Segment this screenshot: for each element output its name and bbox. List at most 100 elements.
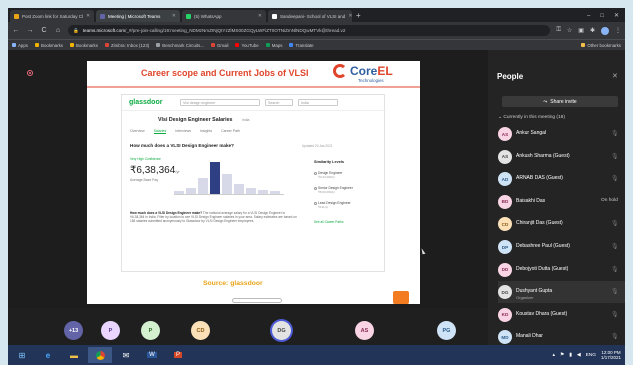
home-icon[interactable]: ⌂ <box>54 27 62 34</box>
average-salary: ₹6,38,364/yr <box>130 165 180 176</box>
participant-row[interactable]: KD Koustav Dhara (Guest) 🎙 <box>498 304 625 326</box>
taskbar-mail[interactable]: ✉ <box>114 347 138 363</box>
participant-avatar[interactable]: AS <box>355 321 374 340</box>
profile-avatar[interactable] <box>601 26 609 35</box>
corel-logo-mark <box>333 64 347 78</box>
flag-icon[interactable]: ⚑ <box>560 353 564 358</box>
mic-muted-icon: 🎙 <box>611 289 619 296</box>
bookmark-item[interactable]: Zimbra: Inbox (123) <box>104 42 150 48</box>
key-icon[interactable]: ⚿ <box>556 27 561 35</box>
minimize-icon[interactable]: – <box>587 10 590 22</box>
participant-row[interactable]: DD Debojyoti Dutta (Guest) 🎙 <box>498 259 625 281</box>
participant-avatar[interactable]: PG <box>437 321 456 340</box>
participant-name: Chiranjit Das (Guest) <box>516 220 563 227</box>
bookmark-item[interactable]: Maps <box>265 43 282 48</box>
share-invite-button[interactable]: ⤳ Share invite <box>502 96 618 107</box>
mic-muted-icon: 🎙 <box>611 221 619 228</box>
url-domain: teams.microsoft.com <box>82 28 126 33</box>
glassdoor-search-input: Vlsi design engineer <box>180 99 260 106</box>
bookmark-label: Zimbra: Inbox (123) <box>110 42 150 48</box>
language-indicator[interactable]: ENG <box>586 353 596 358</box>
tray-arrow-icon[interactable]: ▴ <box>552 353 554 358</box>
glassdoor-logo: glassdoor <box>129 99 163 106</box>
mic-muted-icon: 🎙 <box>611 311 619 318</box>
star-icon[interactable]: ☆ <box>567 27 572 35</box>
volume-icon[interactable]: ◀ <box>577 353 581 358</box>
browser-tab[interactable]: Post Zoom link for Saturday Cl ✕ <box>10 10 94 22</box>
participant-row[interactable]: AS Ankur Sangal 🎙 <box>498 123 625 145</box>
histogram-baseline <box>174 194 284 195</box>
histogram-bar <box>270 191 280 194</box>
taskbar-chrome[interactable] <box>88 347 112 363</box>
share-icon: ⤳ <box>543 98 548 105</box>
bookmark-icon <box>35 43 40 47</box>
new-tab-button[interactable]: + <box>356 10 361 22</box>
forward-icon[interactable]: → <box>26 27 34 34</box>
word-icon: W <box>147 352 157 358</box>
taskbar-word[interactable]: W <box>140 347 164 363</box>
extension-icon[interactable]: ▣ <box>578 27 584 35</box>
taskbar-powerpoint[interactable]: P <box>166 347 190 363</box>
tab-close-icon[interactable]: ✕ <box>172 13 176 19</box>
back-icon[interactable]: ← <box>12 27 20 34</box>
bookmark-item[interactable]: Translate <box>289 43 314 48</box>
participant-row[interactable]: DG Dushyant Gupta Organizer 🎙 <box>498 281 625 304</box>
taskbar-explorer[interactable]: ▬ <box>62 347 86 363</box>
bookmark-item[interactable]: Apps <box>12 43 28 48</box>
close-window-icon[interactable]: ✕ <box>614 10 619 22</box>
participant-row[interactable]: AS Ankush Sharma (Guest) 🎙 <box>498 146 625 168</box>
browser-tab[interactable]: Meeting | Microsoft Teams ✕ <box>96 10 180 22</box>
close-icon[interactable]: ✕ <box>612 72 618 80</box>
address-bar[interactable]: 🔒 teams.microsoft.com/_#/pre-join-callin… <box>68 25 551 36</box>
logo-text-core: Core <box>350 63 378 78</box>
bookmark-item[interactable]: Benchmark Circuits... <box>156 43 204 48</box>
folder-icon <box>581 43 586 47</box>
participant-avatar[interactable]: P <box>141 321 160 340</box>
participant-row[interactable]: AD ARNAB DAS (Guest) 🎙 <box>498 168 625 190</box>
start-button[interactable]: ⊞ <box>10 347 34 363</box>
participant-status: On hold <box>601 197 618 203</box>
pin-icon[interactable]: ✱ <box>590 27 595 35</box>
participant-name: Koustav Dhara (Guest) <box>516 310 568 317</box>
participant-row[interactable]: CD Chiranjit Das (Guest) 🎙 <box>498 213 625 235</box>
participant-row[interactable]: BD Baisakhi Das On hold <box>498 191 625 213</box>
people-panel: People ✕ ⤳ Share invite ⌄ Currently in th… <box>488 50 625 345</box>
bookmark-item[interactable]: Bookmarks <box>69 43 98 48</box>
recording-icon <box>27 70 33 76</box>
window-controls: – □ ✕ <box>587 10 625 22</box>
participant-avatar[interactable]: P <box>101 321 120 340</box>
bookmark-label: Bookmarks <box>41 42 63 48</box>
participant-avatar[interactable]: CD <box>191 321 210 340</box>
other-bookmarks[interactable]: Other bookmarks <box>581 43 621 48</box>
bookmark-icon <box>235 43 240 47</box>
bookmark-item[interactable]: Bookmarks <box>35 43 63 48</box>
network-icon[interactable]: ▮ <box>569 353 572 358</box>
participant-avatar[interactable]: +13 <box>64 321 83 340</box>
mic-muted-icon: 🎙 <box>611 131 619 137</box>
bookmark-item[interactable]: YouTube <box>235 42 259 48</box>
menu-icon[interactable]: ⋮ <box>615 27 621 35</box>
participant-avatar[interactable]: DG <box>272 321 291 340</box>
confidence-label: Very High Confidence <box>130 157 161 161</box>
bookmark-label: Apps <box>18 42 29 48</box>
clock[interactable]: 12:00 PM 1/17/2021 <box>601 350 621 361</box>
tab-close-icon[interactable]: ✕ <box>258 13 262 19</box>
participants-section-header[interactable]: ⌄ Currently in this meeting (18) <box>498 115 565 120</box>
reload-icon[interactable]: C <box>40 27 48 34</box>
taskbar-ie[interactable]: e <box>36 347 60 363</box>
mail-icon: ✉ <box>122 350 130 360</box>
bookmark-label: YouTube <box>241 42 259 48</box>
tab-close-icon[interactable]: ✕ <box>348 13 352 19</box>
tab-title: Sandeepani- School of VLSI and <box>280 13 346 19</box>
browser-tab[interactable]: (5) WhatsApp ✕ <box>182 10 266 22</box>
participant-avatar: KD <box>498 307 512 322</box>
maximize-icon[interactable]: □ <box>600 10 604 22</box>
browser-toolbar: ← → C ⌂ 🔒 teams.microsoft.com/_#/pre-joi… <box>8 22 625 39</box>
extensions-area: ⚿ ☆ ▣ ✱ ⋮ <box>556 26 621 35</box>
glassdoor-search-type: Search <box>265 99 293 106</box>
glassdoor-tab: Insights <box>200 129 213 133</box>
browser-tab[interactable]: Sandeepani- School of VLSI and ✕ <box>268 10 352 22</box>
participant-row[interactable]: DP Debashree Paul (Guest) 🎙 <box>498 236 625 258</box>
tab-close-icon[interactable]: ✕ <box>86 13 90 19</box>
bookmark-item[interactable]: Gmail <box>211 43 228 48</box>
